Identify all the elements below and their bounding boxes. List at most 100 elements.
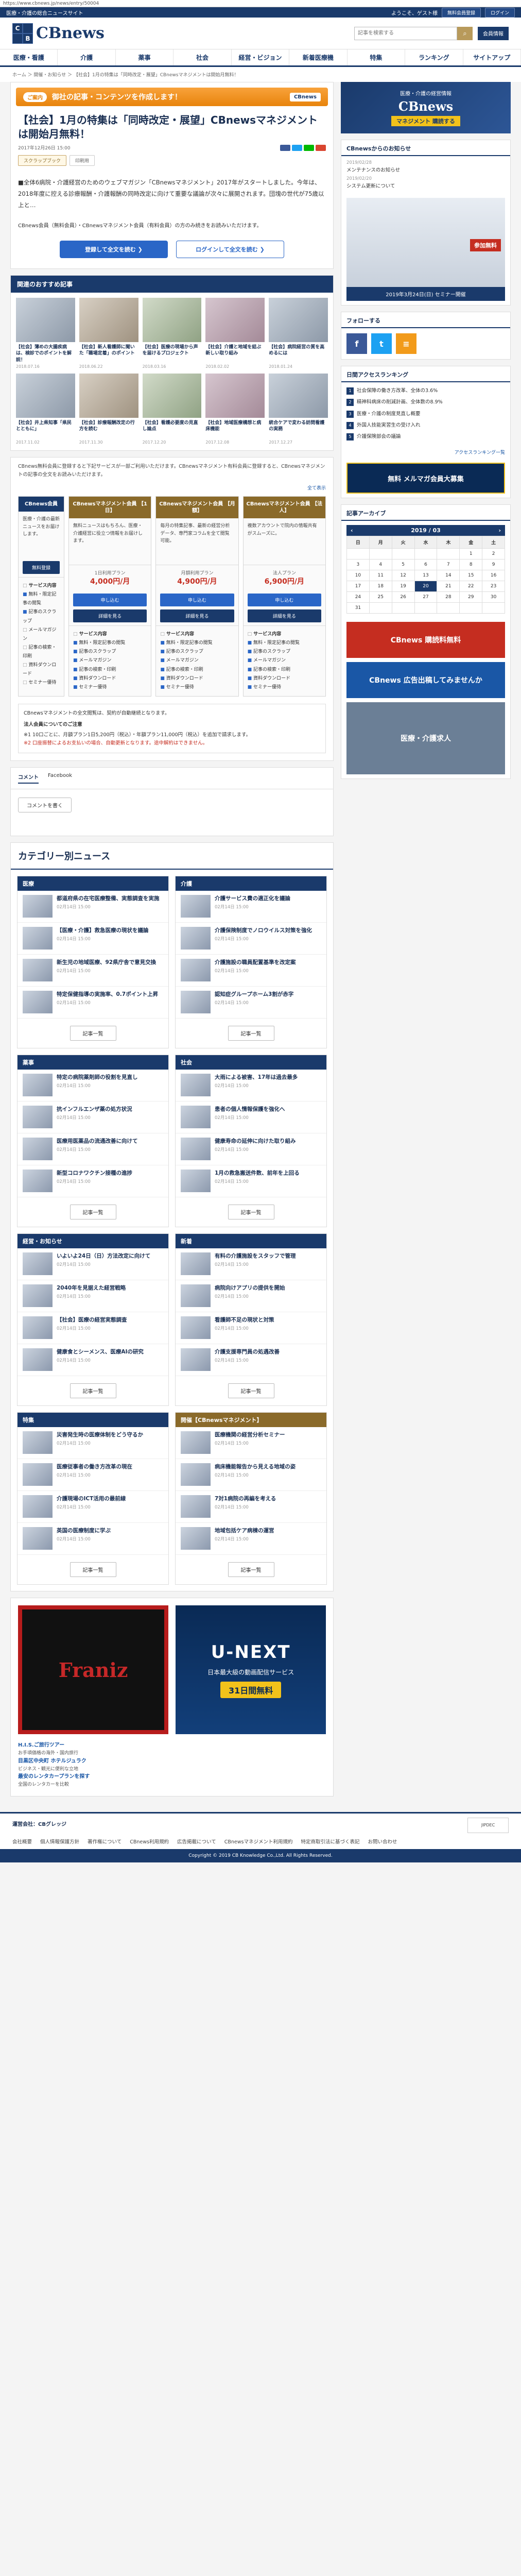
calendar-day[interactable]: 2 bbox=[482, 549, 505, 560]
calendar-day[interactable]: 15 bbox=[460, 570, 483, 582]
calendar-day[interactable]: 12 bbox=[392, 570, 415, 582]
calendar-day[interactable]: 19 bbox=[392, 581, 415, 592]
details-button[interactable]: 詳細を見る bbox=[73, 609, 147, 623]
nav-item[interactable]: 介護 bbox=[58, 49, 116, 65]
calendar-day[interactable]: 5 bbox=[392, 560, 415, 571]
category-article[interactable]: 【医療・介護】救急医療の現状を議論 02月14日 15:00 bbox=[18, 923, 168, 955]
category-article[interactable]: 医療用医薬品の流通改善に向けて 02月14日 15:00 bbox=[18, 1133, 168, 1166]
category-article[interactable]: 抗インフルエンザ薬の処方状況 02月14日 15:00 bbox=[18, 1101, 168, 1134]
show-all-link[interactable]: 全て表示 bbox=[11, 484, 333, 491]
nav-item[interactable]: 新着医療機 bbox=[289, 49, 348, 65]
seminar-banner[interactable]: 参加無料 2019年3月24日(日) セミナー開催 bbox=[346, 198, 505, 301]
nav-item[interactable]: サイトアップ bbox=[463, 49, 521, 65]
calendar-day[interactable]: 13 bbox=[414, 570, 438, 582]
rss-icon[interactable]: ≡ bbox=[396, 333, 416, 354]
footer-link[interactable]: 個人情報保護方針 bbox=[40, 1838, 79, 1845]
calendar-day[interactable]: 31 bbox=[347, 603, 370, 614]
category-article[interactable]: 新生児の地域医療、92県庁舎で意見交換 02月14日 15:00 bbox=[18, 955, 168, 987]
details-button[interactable]: 詳細を見る bbox=[160, 609, 234, 623]
promo-banner[interactable]: ご案内 御社の記事・コンテンツを作成します！ CBnews bbox=[16, 88, 328, 106]
category-more-button[interactable]: 記事一覧 bbox=[228, 1562, 274, 1578]
category-more-button[interactable]: 記事一覧 bbox=[228, 1026, 274, 1041]
footer-link[interactable]: お問い合わせ bbox=[368, 1838, 397, 1845]
category-more-button[interactable]: 記事一覧 bbox=[70, 1562, 116, 1578]
twitter-icon[interactable] bbox=[292, 144, 302, 151]
management-banner[interactable]: 医療・介護の経営情報 CBnews マネジメント 購読する bbox=[341, 82, 511, 133]
calendar-day[interactable]: 3 bbox=[347, 560, 370, 571]
chevron-right-icon[interactable]: › bbox=[498, 527, 501, 534]
calendar-day[interactable]: 22 bbox=[460, 581, 483, 592]
category-article[interactable]: 認知症グループホーム3割が赤字 02月14日 15:00 bbox=[176, 987, 326, 1019]
category-article[interactable]: 健康寿命の延伸に向けた取り組み 02月14日 15:00 bbox=[176, 1133, 326, 1166]
category-article[interactable]: 有料の介護施設をスタッフで管理 02月14日 15:00 bbox=[176, 1248, 326, 1281]
category-article[interactable]: 医療機関の経営分析セミナー 02月14日 15:00 bbox=[176, 1427, 326, 1460]
line-icon[interactable] bbox=[304, 144, 314, 151]
calendar-day[interactable]: 1 bbox=[460, 549, 483, 560]
calendar-day[interactable]: 17 bbox=[347, 581, 370, 592]
category-more-button[interactable]: 記事一覧 bbox=[70, 1026, 116, 1041]
print-button[interactable]: 印刷用 bbox=[70, 155, 95, 166]
bookmark-icon[interactable] bbox=[316, 144, 326, 151]
mailmag-banner[interactable]: 無料 メルマガ会員大募集 bbox=[346, 463, 505, 494]
related-article[interactable]: 【社会】薄めの大腸疾病は、検診でのポイントを解説！ 2018.07.16 bbox=[16, 297, 75, 369]
category-article[interactable]: 介護保険制度でノロウイルス対策を強化 02月14日 15:00 bbox=[176, 923, 326, 955]
calendar-day[interactable]: 9 bbox=[482, 560, 505, 571]
related-article[interactable]: 【社会】病院経営の質を高めるには 2018.01.24 bbox=[269, 297, 328, 369]
calendar-day[interactable]: 25 bbox=[369, 592, 392, 603]
category-article[interactable]: 特定の病院薬剤師の役割を見直し 02月14日 15:00 bbox=[18, 1070, 168, 1102]
register-button[interactable]: 無料会員登録 bbox=[441, 7, 481, 18]
related-article[interactable]: 【社会】医療の現場から声を届けるプロジェクト 2018.03.16 bbox=[142, 297, 202, 369]
calendar-day[interactable]: 18 bbox=[369, 581, 392, 592]
text-ad[interactable]: 最安のレンタカープランを探す 全国のレンタカーを比較 bbox=[18, 1773, 326, 1788]
apply-button[interactable]: 申し込む bbox=[247, 594, 321, 607]
nav-item[interactable]: 薬事 bbox=[116, 49, 174, 65]
side-ad-1[interactable]: CBnews 購読料無料 bbox=[346, 622, 505, 658]
tab-comments[interactable]: コメント bbox=[18, 773, 39, 784]
free-register-button[interactable]: 無料登録 bbox=[23, 561, 60, 574]
category-article[interactable]: 看護師不足の現状と対策 02月14日 15:00 bbox=[176, 1312, 326, 1345]
category-article[interactable]: 健康食とシーメンス、医療AIの研究 02月14日 15:00 bbox=[18, 1344, 168, 1377]
category-article[interactable]: 大雨による被害、17年は過去最多 02月14日 15:00 bbox=[176, 1070, 326, 1102]
category-article[interactable]: 地域包括ケア病棟の運営 02月14日 15:00 bbox=[176, 1523, 326, 1555]
calendar-day[interactable]: 8 bbox=[460, 560, 483, 571]
scrapbook-button[interactable]: スクラップブック bbox=[18, 155, 67, 166]
category-article[interactable]: いよいよ24日（日）方法改定に向けて 02月14日 15:00 bbox=[18, 1248, 168, 1281]
related-article[interactable]: 【社会】診療報酬改定の行方を読む 2017.11.30 bbox=[79, 373, 138, 445]
login-read-button[interactable]: ログインして全文を読む ❯ bbox=[176, 240, 284, 258]
category-article[interactable]: 介護施設の職員配置基準を改定案 02月14日 15:00 bbox=[176, 955, 326, 987]
login-button[interactable]: ログイン bbox=[484, 7, 515, 18]
calendar-day[interactable]: 23 bbox=[482, 581, 505, 592]
ranking-more-link[interactable]: アクセスランキング一覧 bbox=[341, 446, 510, 459]
privacy-badge[interactable]: JIPDEC bbox=[467, 1817, 509, 1833]
calendar-day[interactable]: 6 bbox=[414, 560, 438, 571]
category-article[interactable]: 特定保健指導の実施率、0.7ポイント上昇 02月14日 15:00 bbox=[18, 987, 168, 1019]
category-article[interactable]: 【社会】医療の経営実態調査 02月14日 15:00 bbox=[18, 1312, 168, 1345]
calendar-day[interactable]: 14 bbox=[437, 570, 460, 582]
category-more-button[interactable]: 記事一覧 bbox=[228, 1383, 274, 1399]
category-article[interactable]: 介護サービス費の適正化を議論 02月14日 15:00 bbox=[176, 891, 326, 923]
footer-link[interactable]: 会社概要 bbox=[12, 1838, 32, 1845]
category-article[interactable]: 病床機能報告から見える地域の姿 02月14日 15:00 bbox=[176, 1459, 326, 1492]
ranking-item[interactable]: 3 医療・介護の制度見直し概要 bbox=[341, 409, 510, 420]
category-article[interactable]: 介護現場のICT活用の最前線 02月14日 15:00 bbox=[18, 1491, 168, 1523]
category-more-button[interactable]: 記事一覧 bbox=[70, 1383, 116, 1399]
calendar-day[interactable]: 10 bbox=[347, 570, 370, 582]
category-article[interactable]: 災害発生時の医療体制をどう守るか 02月14日 15:00 bbox=[18, 1427, 168, 1460]
search-input[interactable] bbox=[354, 26, 457, 40]
related-article[interactable]: 【社会】新人看護師に聞いた「職場定着」のポイント 2018.06.22 bbox=[79, 297, 138, 369]
footer-link[interactable]: 特定商取引法に基づく表記 bbox=[301, 1838, 359, 1845]
side-ad-3[interactable]: 医療・介護求人 bbox=[346, 702, 505, 775]
calendar-day[interactable]: 29 bbox=[460, 592, 483, 603]
members-button[interactable]: 会員情報 bbox=[478, 26, 509, 40]
category-more-button[interactable]: 記事一覧 bbox=[228, 1205, 274, 1220]
apply-button[interactable]: 申し込む bbox=[73, 594, 147, 607]
ad-banner-left[interactable]: Franiz bbox=[18, 1605, 169, 1735]
category-article[interactable]: 2040年を見据えた経営戦略 02月14日 15:00 bbox=[18, 1280, 168, 1313]
calendar-day[interactable]: 24 bbox=[347, 592, 370, 603]
facebook-icon[interactable] bbox=[280, 144, 290, 151]
tab-facebook[interactable]: Facebook bbox=[48, 773, 72, 784]
related-article[interactable]: 【社会】看護必要度の見直し論点 2017.12.20 bbox=[142, 373, 202, 445]
site-logo[interactable]: CB CBnews bbox=[12, 23, 105, 44]
footer-link[interactable]: CBnews利用規約 bbox=[130, 1838, 169, 1845]
calendar-day[interactable]: 11 bbox=[369, 570, 392, 582]
